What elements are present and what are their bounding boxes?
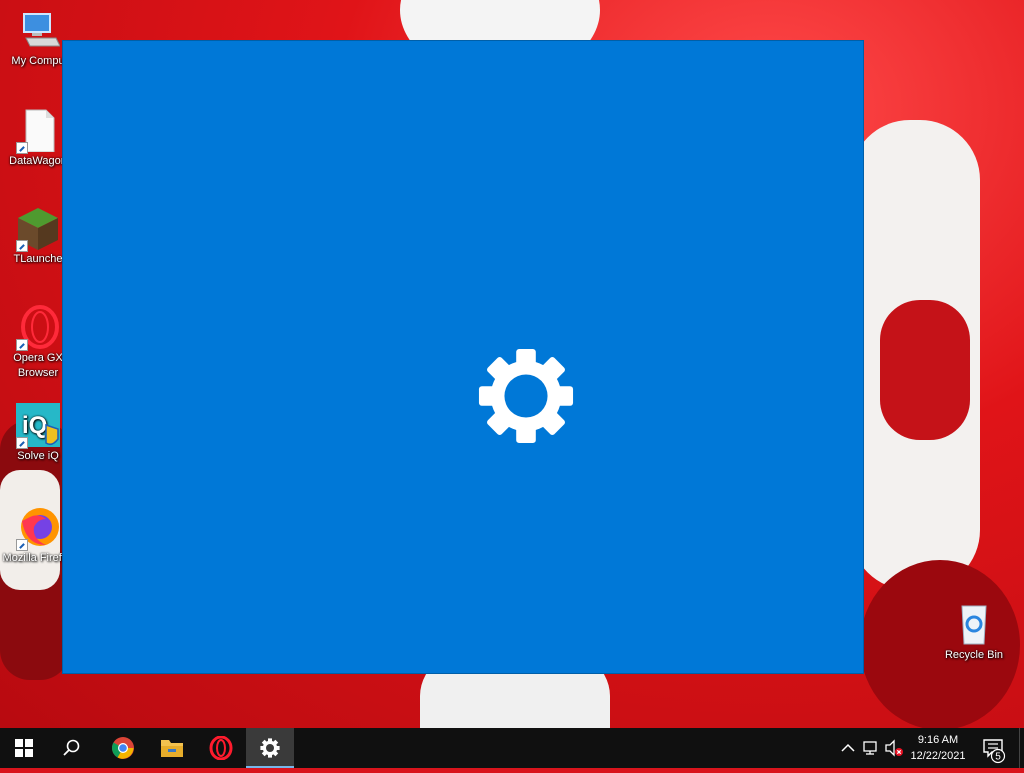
gear-icon [478,348,574,444]
desktop-icon-label: Recycle Bin [944,649,1004,661]
notification-count: 5 [995,752,1001,763]
taskbar-opera-button[interactable] [197,728,245,768]
taskbar-settings-button[interactable] [246,728,294,768]
desktop-icon-recycle-bin[interactable]: Recycle Bin [936,602,1012,663]
search-button[interactable] [48,728,96,768]
shortcut-arrow-icon [16,142,28,154]
chevron-up-icon [841,743,855,752]
action-center-button[interactable]: 5 [978,728,1018,768]
network-icon [863,741,877,755]
search-icon [63,739,80,756]
chrome-icon [112,737,134,759]
network-button[interactable] [861,738,881,758]
recycle-bin-icon [961,605,987,645]
folder-icon [161,740,183,757]
shortcut-arrow-icon [16,437,28,449]
start-button[interactable] [0,728,48,768]
opera-icon [209,736,233,760]
notification-icon: 5 [983,739,1006,764]
show-desktop-button[interactable] [1019,728,1024,768]
gear-icon [260,738,280,758]
taskbar-file-explorer-button[interactable] [148,728,196,768]
shortcut-arrow-icon [16,539,28,551]
computer-icon [23,13,61,47]
taskbar: 9:16 AM 12/22/2021 5 [0,728,1024,768]
show-hidden-icons-button[interactable] [838,738,858,758]
clock-time: 9:16 AM [917,734,959,746]
windows-logo-icon [15,739,33,757]
clock-date: 12/22/2021 [910,750,966,762]
svg-text:iQ: iQ [22,412,47,439]
taskbar-chrome-button[interactable] [99,728,147,768]
shortcut-arrow-icon [16,339,28,351]
shortcut-arrow-icon [16,240,28,252]
clock-button[interactable]: 9:16 AM 12/22/2021 [900,732,976,764]
settings-splash-window [63,41,863,673]
